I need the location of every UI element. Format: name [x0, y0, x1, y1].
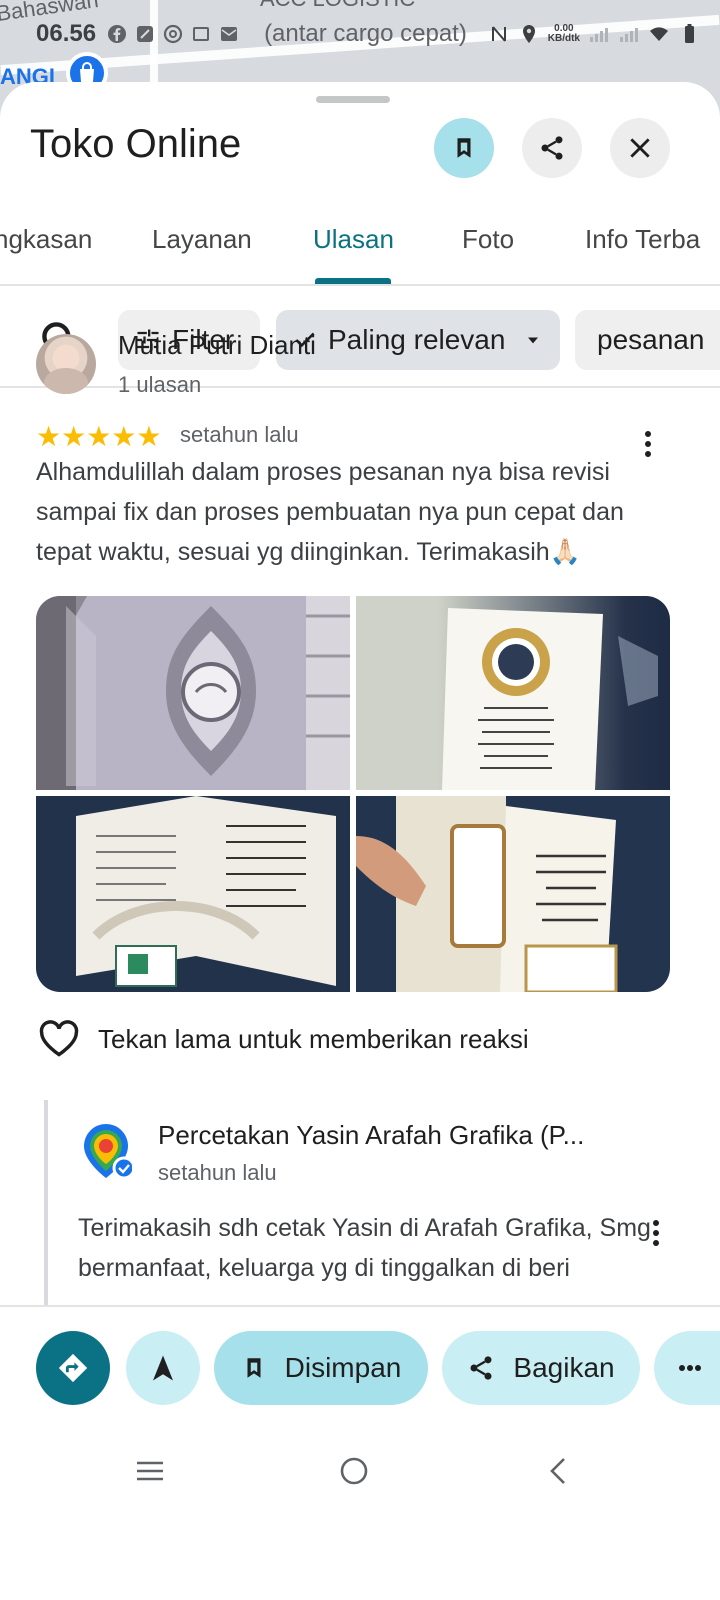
owner-name[interactable]: Percetakan Yasin Arafah Grafika (P... [158, 1120, 584, 1151]
back-button[interactable] [538, 1451, 578, 1491]
status-time: 06.56 [36, 20, 97, 47]
sheet-drag-handle[interactable] [316, 96, 390, 103]
menu-lines-icon [137, 1461, 163, 1481]
review-filter-row: Filter Paling relevan pesanan [0, 288, 720, 388]
action-bar: Disimpan Bagikan [0, 1305, 720, 1425]
share-button-label: Bagikan [513, 1352, 615, 1383]
screen-icon [193, 27, 210, 41]
saved-button-label: Disimpan [284, 1352, 402, 1383]
review-photo[interactable] [36, 796, 350, 992]
review-photo-grid [36, 596, 670, 992]
review-photo[interactable] [356, 596, 670, 790]
share-button[interactable] [522, 118, 582, 178]
battery-icon [685, 24, 694, 43]
sort-chip-label: Paling relevan [328, 324, 506, 355]
reviewer-name[interactable]: Mutia Putri Dianti [118, 330, 316, 361]
share-icon [470, 1356, 492, 1380]
bookmark-icon [457, 138, 471, 158]
review-photo[interactable] [36, 596, 350, 790]
close-button[interactable] [610, 118, 670, 178]
recent-apps-button[interactable] [130, 1451, 170, 1491]
heart-icon [39, 1020, 79, 1057]
directions-icon [58, 1353, 88, 1383]
more-actions-button[interactable] [654, 1331, 720, 1405]
topic-chip-label: pesanan [597, 324, 705, 355]
signal-icon [590, 28, 608, 42]
tab-photos[interactable]: Foto [462, 224, 514, 255]
tab-bar: ngkasan Layanan Ulasan Foto Info Terba [0, 202, 720, 286]
home-button[interactable] [334, 1451, 374, 1491]
tab-updates[interactable]: Info Terba [585, 224, 700, 255]
bookmark-icon [247, 1358, 261, 1378]
back-chevron-icon [550, 1458, 565, 1484]
more-horizontal-icon [679, 1365, 701, 1371]
network-speed-unit: KB/dtk [547, 33, 580, 44]
system-status-icons: 0.00 KB/dtk [488, 23, 700, 45]
reaction-hint: Tekan lama untuk memberikan reaksi [98, 1023, 529, 1054]
tab-services[interactable]: Layanan [152, 224, 252, 255]
directions-button[interactable] [36, 1331, 110, 1405]
active-tab-indicator [315, 278, 391, 284]
network-speed: 0.00 KB/dtk [548, 24, 580, 44]
openai-icon [163, 24, 183, 44]
reviewer-review-count: 1 ulasan [118, 372, 202, 397]
sort-chip[interactable]: Paling relevan [276, 310, 560, 370]
signal-icon [620, 28, 638, 42]
location-icon [522, 25, 535, 43]
review-date: setahun lalu [180, 422, 299, 447]
reaction-row[interactable]: Tekan lama untuk memberikan reaksi [38, 1020, 529, 1058]
navigation-arrow-icon [153, 1355, 173, 1381]
home-circle-icon [340, 1457, 368, 1485]
saved-button[interactable]: Disimpan [214, 1331, 428, 1405]
owner-avatar[interactable] [80, 1122, 136, 1180]
close-icon [630, 138, 650, 158]
star-rating: ★★★★★ [36, 421, 162, 452]
topic-chip[interactable]: pesanan [575, 310, 720, 370]
dropdown-arrow-icon [528, 337, 539, 344]
message-icon [137, 26, 154, 42]
system-navigation-bar [0, 1425, 720, 1518]
map-label: ACC LOGISTIC [260, 0, 415, 12]
mail-icon [221, 27, 238, 41]
wifi-icon [650, 27, 668, 41]
save-button[interactable] [434, 118, 494, 178]
review-text: Alhamdulillah dalam proses pesanan nya b… [36, 458, 624, 566]
status-bar: 06.56 (antar cargo cepat) 0.00 KB/dtk [0, 14, 720, 54]
nfc-icon [491, 26, 506, 42]
facebook-icon [108, 25, 127, 43]
start-navigation-button[interactable] [126, 1331, 200, 1405]
owner-reply-date: setahun lalu [158, 1160, 277, 1185]
tab-reviews[interactable]: Ulasan [313, 224, 394, 255]
share-action-button[interactable]: Bagikan [442, 1331, 640, 1405]
owner-reply-text: Terimakasih sdh cetak Yasin di Arafah Gr… [78, 1214, 651, 1282]
map-label: (antar cargo cepat) [264, 20, 467, 47]
tab-overview[interactable]: ngkasan [0, 224, 92, 255]
reviewer-avatar[interactable] [36, 334, 96, 394]
share-icon [541, 136, 563, 160]
review-photo[interactable] [356, 796, 670, 992]
place-title: Toko Online [30, 122, 242, 166]
reply-indent-bar [44, 1100, 48, 1330]
notification-icons [106, 23, 240, 45]
